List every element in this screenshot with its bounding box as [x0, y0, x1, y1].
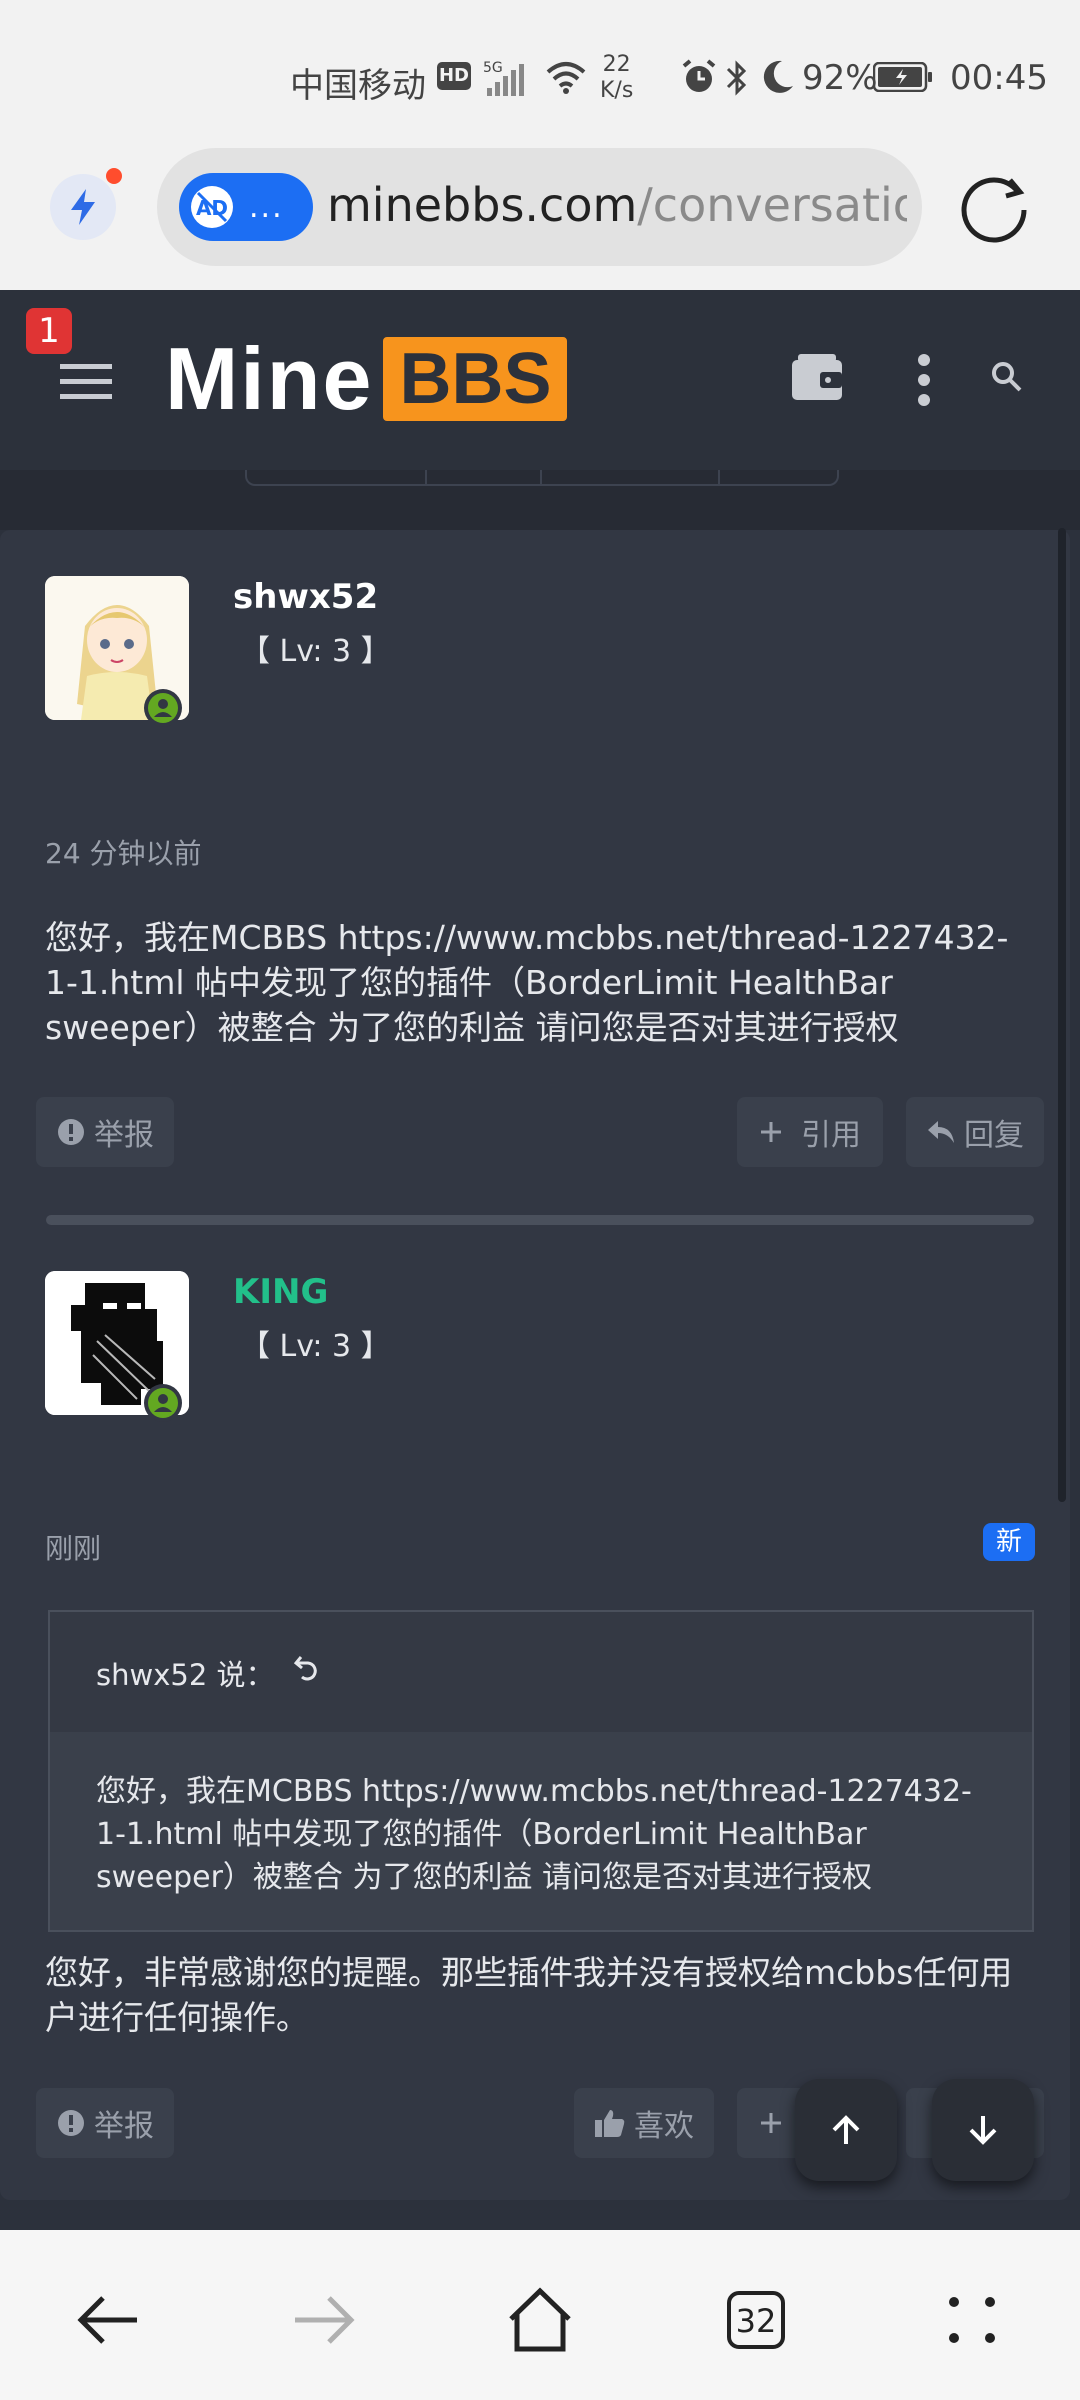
user-icon — [148, 1388, 178, 1418]
user-level: 【 Lv: 3 】 — [240, 634, 391, 669]
home-icon — [509, 2287, 571, 2352]
alarm-icon — [682, 59, 716, 92]
site-logo[interactable]: Mine BBS — [165, 329, 568, 428]
address-bar[interactable]: AD ... minebbs.com/conversation — [157, 148, 922, 266]
username[interactable]: KING — [233, 1272, 328, 1312]
forward-button[interactable] — [284, 2280, 364, 2360]
arrow-down-icon — [969, 2116, 997, 2145]
carrier-name: 中国移动 — [290, 66, 426, 106]
message-time[interactable]: 刚刚 — [45, 1527, 101, 1567]
online-indicator — [144, 689, 182, 727]
adblock-pill[interactable]: AD ... — [179, 173, 313, 241]
user-level: 【 Lv: 3 】 — [240, 1329, 391, 1364]
reply-icon — [928, 1121, 954, 1143]
hd-badge: HD — [437, 62, 471, 90]
online-indicator — [144, 1384, 182, 1422]
battery-icon — [873, 62, 932, 92]
header-tabs-remnant — [0, 470, 1080, 530]
reload-icon[interactable] — [958, 170, 1032, 244]
scroll-up-button[interactable] — [795, 2079, 897, 2181]
net-speed-value: 22 — [602, 52, 631, 77]
message-body: 您好，非常感谢您的提醒。那些插件我并没有授权给mcbbs任何用户进行任何操作。 — [45, 1953, 1013, 2037]
bolt-button[interactable] — [50, 168, 122, 240]
net-speed: 22 K/s — [600, 52, 633, 104]
bluetooth-icon — [726, 60, 747, 96]
plus-icon — [761, 1122, 781, 1142]
forward-icon — [295, 2296, 355, 2344]
back-button[interactable] — [68, 2280, 148, 2360]
report-button[interactable]: 举报 — [36, 1097, 174, 1167]
quote-button[interactable]: 引用 — [737, 1097, 883, 1167]
menu-dots-icon — [949, 2297, 995, 2343]
logo-bbs: BBS — [383, 337, 568, 421]
adblock-icon: AD — [191, 186, 233, 228]
wifi-icon — [546, 62, 586, 94]
report-button[interactable]: 举报 — [36, 2088, 174, 2158]
thumbs-up-icon — [595, 2110, 625, 2137]
url-path: /conversation — [637, 178, 907, 232]
tabs-button[interactable]: 32 — [716, 2280, 796, 2360]
browser-bottom-nav: 32 — [0, 2230, 1080, 2400]
message-divider — [46, 1215, 1034, 1225]
message-time[interactable]: 24 分钟以前 — [45, 832, 202, 872]
tab-divider — [425, 470, 427, 484]
adblock-more: ... — [249, 189, 284, 225]
bolt-icon — [71, 189, 95, 225]
tab-divider — [718, 470, 720, 484]
plus-icon — [761, 2113, 781, 2133]
signal-icon: 5G — [483, 60, 524, 96]
quote-body: 您好，我在MCBBS https://www.mcbbs.net/thread-… — [96, 1774, 972, 1895]
net-speed-unit: K/s — [600, 78, 634, 103]
tab-divider — [540, 470, 542, 484]
reply-label: 回复 — [964, 1118, 1024, 1153]
tabs-icon: 32 — [727, 2291, 785, 2349]
report-label: 举报 — [94, 2109, 154, 2144]
search-icon[interactable] — [990, 360, 1024, 394]
warning-icon — [58, 1119, 84, 1145]
reply-button[interactable]: 回复 — [906, 1097, 1044, 1167]
message-body: 您好，我在MCBBS https://www.mcbbs.net/thread-… — [45, 918, 1009, 1047]
more-vertical-icon[interactable] — [914, 352, 934, 408]
like-label: 喜欢 — [634, 2109, 694, 2144]
scroll-down-button[interactable] — [932, 2079, 1034, 2181]
url-host: minebbs.com — [327, 178, 638, 232]
home-button[interactable] — [500, 2280, 580, 2360]
battery-percent: 92% — [802, 58, 878, 98]
back-icon — [77, 2296, 137, 2344]
new-badge: 新 — [983, 1523, 1035, 1561]
report-label: 举报 — [94, 1118, 154, 1153]
user-icon — [148, 693, 178, 723]
clock: 00:45 — [950, 58, 1048, 98]
username[interactable]: shwx52 — [233, 577, 378, 617]
quote-block: shwx52 说： 您好，我在MCBBS https://www.mcbbs.n… — [48, 1610, 1034, 1932]
hamburger-icon[interactable] — [60, 362, 114, 402]
url-text[interactable]: minebbs.com/conversation — [327, 178, 907, 232]
notification-badge[interactable]: 1 — [26, 308, 72, 354]
status-bar: 中国移动 HD 5G 22 K/s 92% 00:45 — [0, 0, 1080, 140]
moon-icon — [763, 60, 793, 93]
quote-author[interactable]: shwx52 说： — [96, 1652, 275, 1694]
menu-button[interactable] — [932, 2280, 1012, 2360]
svg-text:5G: 5G — [483, 60, 503, 76]
wallet-icon[interactable] — [790, 352, 846, 404]
arrow-up-icon — [832, 2115, 860, 2144]
logo-mine: Mine — [165, 329, 374, 428]
site-header: 1 Mine BBS — [0, 290, 1080, 470]
notification-dot — [106, 168, 122, 184]
warning-icon — [58, 2110, 84, 2136]
browser-toolbar: AD ... minebbs.com/conversation — [0, 140, 1080, 290]
scrollbar[interactable] — [1058, 528, 1066, 1502]
quote-label: 引用 — [801, 1118, 861, 1153]
like-button[interactable]: 喜欢 — [574, 2088, 714, 2158]
tabs-outline — [245, 470, 839, 486]
jump-to-quote-icon[interactable] — [292, 1652, 322, 1682]
